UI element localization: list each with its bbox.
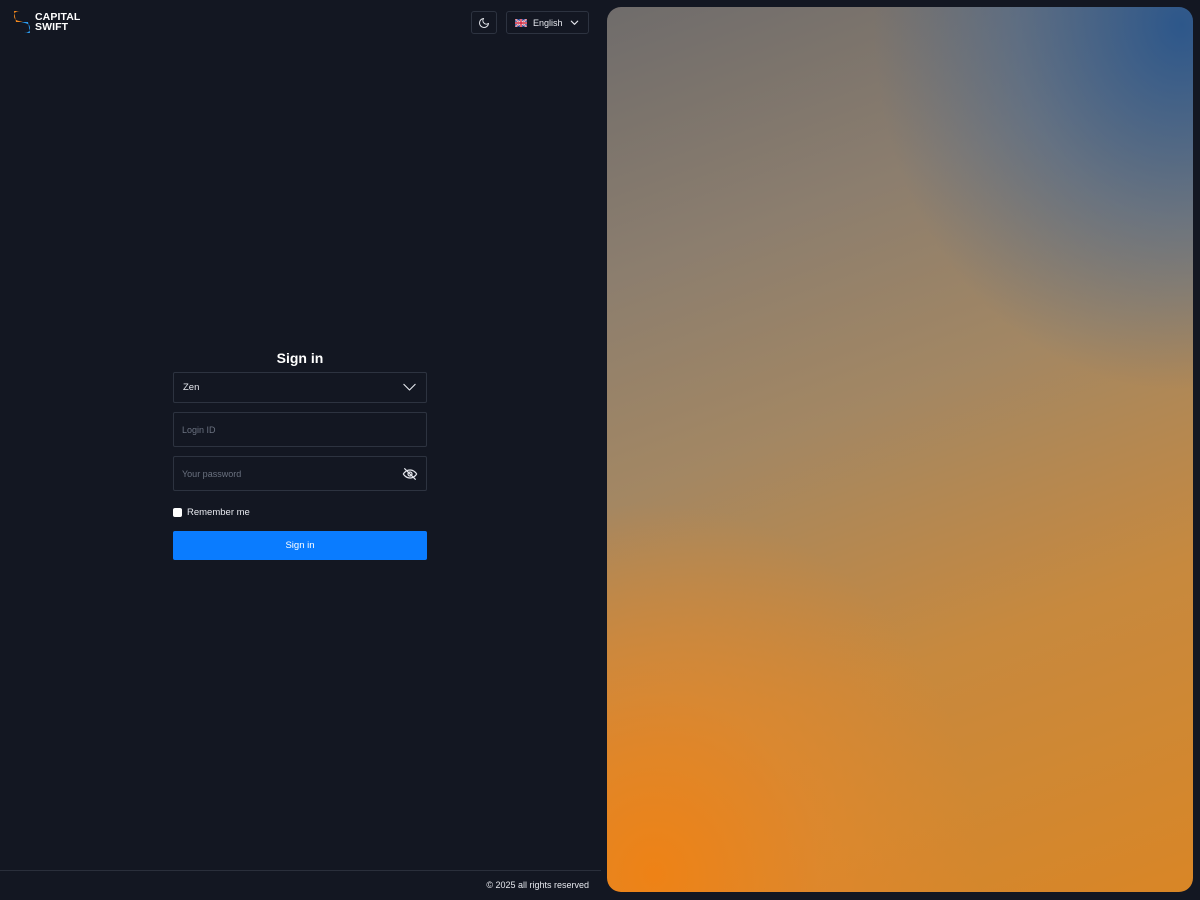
eye-off-icon[interactable] — [402, 466, 418, 482]
signin-button[interactable]: Sign in — [173, 531, 427, 560]
top-controls: English — [471, 11, 589, 34]
signin-title: Sign in — [276, 350, 324, 366]
login-panel: CAPITAL SWIFT English Sign in Zen Login … — [0, 0, 601, 900]
remember-me: Remember me — [173, 507, 427, 518]
brand-logo-icon — [14, 11, 30, 33]
server-select-value: Zen — [183, 382, 200, 393]
server-select[interactable]: Zen — [173, 372, 427, 403]
signin-form: Sign in Zen Remember me — [173, 350, 427, 560]
login-id-field — [173, 412, 427, 447]
password-input[interactable] — [182, 468, 402, 479]
hero-gradient-panel — [607, 7, 1193, 892]
footer-divider — [0, 870, 601, 871]
chevron-down-icon — [570, 20, 579, 25]
remember-me-label: Remember me — [187, 507, 250, 518]
brand-logo: CAPITAL SWIFT — [12, 10, 80, 34]
remember-me-checkbox[interactable] — [173, 508, 182, 517]
copyright-text: © 2025 all rights reserved — [486, 880, 589, 890]
language-select[interactable]: English — [506, 11, 589, 34]
chevron-down-icon — [403, 383, 416, 391]
password-field — [173, 456, 427, 491]
login-page: CAPITAL SWIFT English Sign in Zen Login … — [0, 0, 1200, 900]
language-label: English — [533, 17, 563, 28]
theme-toggle-button[interactable] — [471, 11, 497, 34]
brand-logo-text: CAPITAL SWIFT — [35, 12, 80, 33]
uk-flag-icon — [515, 18, 527, 27]
brand-line-2: SWIFT — [35, 21, 69, 33]
login-id-input[interactable] — [182, 424, 418, 435]
moon-icon — [479, 17, 489, 28]
